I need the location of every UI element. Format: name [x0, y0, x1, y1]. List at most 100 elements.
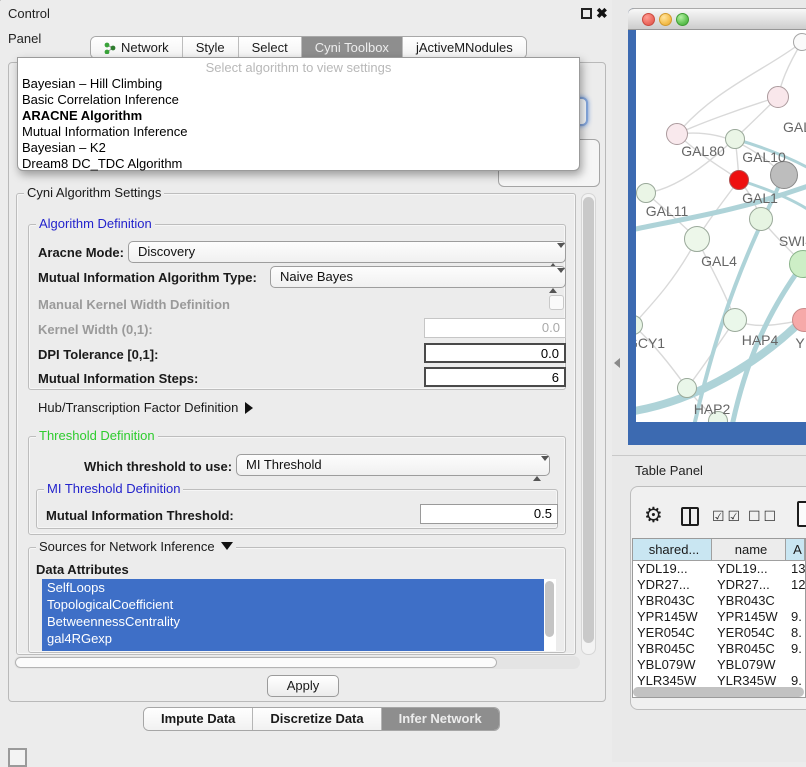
- algorithm-option[interactable]: Bayesian – Hill Climbing: [18, 76, 579, 92]
- network-node[interactable]: [729, 170, 749, 190]
- column-header-name[interactable]: name: [712, 539, 786, 561]
- tab-network[interactable]: Network: [91, 37, 183, 58]
- table-row[interactable]: YBL079WYBL079W: [633, 657, 805, 673]
- algorithm-definition-title: Algorithm Definition: [36, 217, 155, 231]
- mi-threshold-input[interactable]: 0.5: [420, 504, 558, 524]
- network-node[interactable]: [749, 207, 773, 231]
- close-icon[interactable]: ✖: [596, 5, 608, 22]
- node-attribute-table[interactable]: shared...nameA YDL19...YDL19...13YDR27..…: [632, 538, 806, 698]
- network-node[interactable]: [793, 33, 806, 51]
- tab-discretize-data[interactable]: Discretize Data: [253, 708, 381, 730]
- table-cell: YBR045C: [712, 641, 786, 657]
- apply-button[interactable]: Apply: [267, 675, 339, 697]
- network-canvas[interactable]: GALGAL80GAL10GAL1GAL11GAL4SWI4GCY1HAP4YH…: [636, 30, 806, 422]
- column-header-shared[interactable]: shared...: [633, 539, 712, 561]
- minimize-traffic-light-icon[interactable]: [659, 13, 672, 26]
- column-header-a[interactable]: A: [786, 539, 805, 561]
- dpi-tolerance-input[interactable]: 0.0: [424, 343, 566, 363]
- document-icon[interactable]: [797, 501, 806, 527]
- table-cell: YBR043C: [712, 593, 786, 609]
- node-label: GAL10: [742, 149, 786, 165]
- float-window-icon[interactable]: [581, 8, 592, 19]
- tab-style[interactable]: Style: [183, 37, 239, 58]
- settings-horizontal-scrollbar[interactable]: [14, 656, 580, 669]
- network-node[interactable]: [636, 183, 656, 203]
- table-panel-title: Table Panel: [635, 463, 703, 478]
- hub-section-toggle[interactable]: Hub/Transcription Factor Definition: [38, 400, 253, 415]
- algorithm-option[interactable]: Mutual Information Inference: [18, 124, 579, 140]
- network-node[interactable]: [684, 226, 710, 252]
- attribute-item-partial: [42, 647, 544, 651]
- table-cell: 9.: [786, 641, 805, 657]
- select-all-checkboxes-icon[interactable]: ☑☑: [712, 508, 743, 525]
- attribute-item[interactable]: gal4RGexp: [42, 630, 544, 647]
- table-row[interactable]: YBR045CYBR045C9.: [633, 641, 805, 657]
- node-label: HAP4: [742, 332, 779, 348]
- combo-arrows-icon: [549, 271, 557, 291]
- expand-right-icon: [245, 402, 253, 414]
- which-threshold-select[interactable]: MI Threshold: [236, 454, 550, 476]
- node-label: SWI4: [779, 233, 806, 249]
- which-threshold-label: Which threshold to use:: [84, 459, 232, 474]
- settings-group-title: Cyni Algorithm Settings: [24, 186, 164, 200]
- bottom-left-grip[interactable]: [8, 748, 27, 767]
- network-node[interactable]: [725, 129, 745, 149]
- data-attributes-list[interactable]: SelfLoopsTopologicalCoefficientBetweenne…: [42, 579, 556, 651]
- table-row[interactable]: YPR145WYPR145W9.: [633, 609, 805, 625]
- network-node[interactable]: [723, 308, 747, 332]
- tab-cyni-toolbox[interactable]: Cyni Toolbox: [302, 37, 403, 58]
- sources-group-toggle[interactable]: Sources for Network Inference: [36, 540, 236, 554]
- attribute-item[interactable]: BetweennessCentrality: [42, 613, 544, 630]
- tab-impute-data[interactable]: Impute Data: [144, 708, 253, 730]
- mi-steps-input[interactable]: 6: [424, 367, 566, 387]
- tab-jactivemnodules[interactable]: jActiveMNodules: [403, 37, 526, 58]
- table-row[interactable]: YDL19...YDL19...13: [633, 561, 805, 577]
- gear-icon[interactable]: ⚙: [644, 503, 663, 528]
- algorithm-option[interactable]: Bayesian – K2: [18, 140, 579, 156]
- node-label: GAL80: [681, 143, 725, 159]
- mi-steps-label: Mutual Information Steps:: [38, 371, 198, 386]
- zoom-traffic-light-icon[interactable]: [676, 13, 689, 26]
- algorithm-popup-placeholder: Select algorithm to view settings: [18, 60, 579, 76]
- close-traffic-light-icon[interactable]: [642, 13, 655, 26]
- table-row[interactable]: YBR043CYBR043C: [633, 593, 805, 609]
- attribute-item[interactable]: SelfLoops: [42, 579, 544, 596]
- manual-kernel-checkbox[interactable]: [549, 295, 564, 310]
- table-cell: 9.: [786, 609, 805, 625]
- tab-select[interactable]: Select: [239, 37, 302, 58]
- table-row[interactable]: YER054CYER054C8.: [633, 625, 805, 641]
- combo-arrows-icon: [533, 459, 541, 479]
- table-cell: YER054C: [633, 625, 712, 641]
- table-cell: 13: [786, 561, 805, 577]
- network-node[interactable]: [677, 378, 697, 398]
- algorithm-option[interactable]: Dream8 DC_TDC Algorithm: [18, 156, 579, 172]
- aracne-mode-select[interactable]: Discovery: [128, 241, 566, 263]
- table-cell: YDL19...: [633, 561, 712, 577]
- table-cell: 12: [786, 577, 805, 593]
- algorithm-option[interactable]: Basic Correlation Inference: [18, 92, 579, 108]
- panel-divider-arrow-icon[interactable]: [614, 358, 620, 368]
- table-row[interactable]: YDR27...YDR27...12: [633, 577, 805, 593]
- deselect-all-checkboxes-icon[interactable]: ☐☐: [748, 508, 779, 525]
- network-node[interactable]: [666, 123, 688, 145]
- dpi-tolerance-label: DPI Tolerance [0,1]:: [38, 347, 158, 362]
- settings-vertical-scrollbar[interactable]: [581, 193, 596, 655]
- sources-group-title: Sources for Network Inference: [39, 539, 215, 554]
- algorithm-option[interactable]: ARACNE Algorithm: [18, 108, 579, 124]
- node-label: HAP2: [694, 401, 731, 417]
- list-scrollbar[interactable]: [545, 581, 554, 637]
- bottom-tab-bar: Impute DataDiscretize DataInfer Network: [143, 707, 500, 731]
- mi-algorithm-type-select[interactable]: Naive Bayes: [270, 266, 566, 288]
- network-node[interactable]: [770, 161, 798, 189]
- network-window-titlebar[interactable]: [628, 8, 806, 30]
- node-label: GAL: [783, 119, 806, 135]
- table-horizontal-scrollbar[interactable]: [633, 687, 804, 697]
- table-cell: [786, 657, 805, 673]
- data-attributes-label: Data Attributes: [36, 562, 129, 577]
- attribute-item[interactable]: TopologicalCoefficient: [42, 596, 544, 613]
- tab-infer-network[interactable]: Infer Network: [382, 708, 499, 730]
- table-cell: [786, 593, 805, 609]
- network-node[interactable]: [767, 86, 789, 108]
- column-browser-icon[interactable]: [681, 507, 699, 526]
- mi-algorithm-type-value: Naive Bayes: [280, 269, 353, 284]
